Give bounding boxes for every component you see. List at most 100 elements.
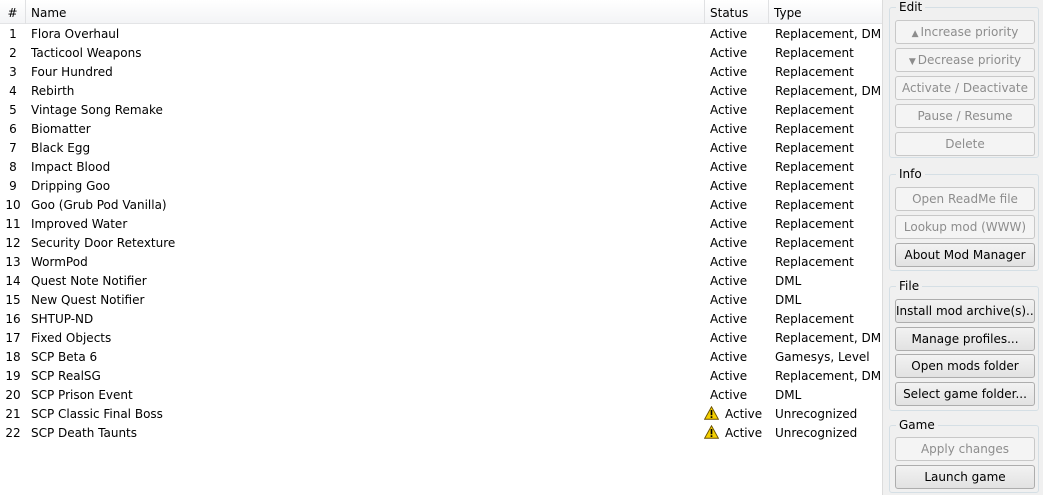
row-number: 9 <box>9 179 17 193</box>
install-mod-archive-button[interactable]: Install mod archive(s)... <box>895 299 1035 323</box>
mod-status-label: Active <box>710 141 748 155</box>
table-row[interactable]: 2 Tacticool Weapons Active Replacement <box>0 44 882 63</box>
mod-status: Active <box>710 63 770 82</box>
table-row[interactable]: 8 Impact Blood Active Replacement <box>0 158 882 177</box>
mod-status-label: Active <box>710 255 748 269</box>
decrease-priority-label: Decrease priority <box>917 53 1022 67</box>
mod-name: Goo (Grub Pod Vanilla) <box>31 198 167 212</box>
side-panel: Edit ▲ Increase priority ▼ Decrease priori… <box>882 0 1043 495</box>
mod-status: Active <box>710 215 770 234</box>
warning-icon <box>704 425 719 439</box>
table-row[interactable]: 7 Black Egg Active Replacement <box>0 139 882 158</box>
mod-name: SCP Prison Event <box>31 388 133 402</box>
mod-status-label: Active <box>710 350 748 364</box>
mod-list[interactable]: # Name Status Type 1 Flora Overhaul Active… <box>0 0 882 495</box>
table-row[interactable]: 4 Rebirth Active Replacement, DML <box>0 82 882 101</box>
row-number: 13 <box>5 255 21 269</box>
mod-name: SCP Beta 6 <box>31 350 98 364</box>
table-row[interactable]: 11 Improved Water Active Replacement <box>0 215 882 234</box>
row-number: 16 <box>5 312 21 326</box>
select-game-folder-button[interactable]: Select game folder... <box>895 382 1035 406</box>
mod-status-label: Active <box>710 388 748 402</box>
mod-name: Flora Overhaul <box>31 27 120 41</box>
table-row[interactable]: 22 SCP Death Taunts Active Unrecognized <box>0 424 882 443</box>
mod-status-label: Active <box>710 274 748 288</box>
open-mods-folder-button[interactable]: Open mods folder <box>895 354 1035 378</box>
launch-game-button[interactable]: Launch game <box>895 465 1035 489</box>
row-number: 1 <box>9 27 17 41</box>
info-group: Info Open ReadMe file Lookup mod (WWW) A… <box>889 167 1039 271</box>
mod-type: Replacement, DML <box>775 331 881 345</box>
lookup-mod-button[interactable]: Lookup mod (WWW) <box>895 215 1035 239</box>
mod-name: Quest Note Notifier <box>31 274 147 288</box>
column-header-status[interactable]: Status <box>705 0 769 24</box>
apply-changes-button[interactable]: Apply changes <box>895 437 1035 461</box>
mod-type: Unrecognized <box>775 426 858 440</box>
mod-type: Replacement <box>775 236 854 250</box>
mod-type: DML <box>775 388 802 402</box>
table-row[interactable]: 12 Security Door Retexture Active Replaceme… <box>0 234 882 253</box>
mod-status: Active <box>710 234 770 253</box>
row-number: 5 <box>9 103 17 117</box>
table-row[interactable]: 20 SCP Prison Event Active DML <box>0 386 882 405</box>
mod-status-label: Active <box>710 293 748 307</box>
decrease-priority-button[interactable]: ▼ Decrease priority <box>895 48 1035 72</box>
table-row[interactable]: 3 Four Hundred Active Replacement <box>0 63 882 82</box>
mod-status: Active <box>710 310 770 329</box>
column-header-number[interactable]: # <box>0 0 26 24</box>
mod-status: Active <box>710 158 770 177</box>
mod-name: Biomatter <box>31 122 91 136</box>
mod-status-label: Active <box>725 426 763 440</box>
mod-name: Tacticool Weapons <box>31 46 142 60</box>
mod-name: New Quest Notifier <box>31 293 145 307</box>
row-number: 11 <box>5 217 21 231</box>
table-row[interactable]: 21 SCP Classic Final Boss Active Unrecogni… <box>0 405 882 424</box>
mod-type: Replacement <box>775 198 854 212</box>
table-row[interactable]: 19 SCP RealSG Active Replacement, DML <box>0 367 882 386</box>
manage-profiles-button[interactable]: Manage profiles... <box>895 327 1035 351</box>
increase-priority-button[interactable]: ▲ Increase priority <box>895 20 1035 44</box>
mod-type: DML <box>775 274 802 288</box>
mod-name: SHTUP-ND <box>31 312 94 326</box>
delete-button[interactable]: Delete <box>895 132 1035 156</box>
row-number: 14 <box>5 274 21 288</box>
table-row[interactable]: 15 New Quest Notifier Active DML <box>0 291 882 310</box>
triangle-up-icon: ▲ <box>911 29 919 39</box>
mod-status-label: Active <box>710 160 748 174</box>
mod-status: Active <box>710 196 770 215</box>
warning-icon <box>704 406 719 420</box>
row-number: 15 <box>5 293 21 307</box>
mod-status-label: Active <box>710 65 748 79</box>
file-group-title: File <box>896 279 923 293</box>
table-row[interactable]: 13 WormPod Active Replacement <box>0 253 882 272</box>
open-readme-button[interactable]: Open ReadMe file <box>895 187 1035 211</box>
table-row[interactable]: 9 Dripping Goo Active Replacement <box>0 177 882 196</box>
game-group-title: Game <box>896 418 938 432</box>
mod-type: Replacement <box>775 160 854 174</box>
table-row[interactable]: 6 Biomatter Active Replacement <box>0 120 882 139</box>
row-number: 10 <box>5 198 21 212</box>
row-number: 21 <box>5 407 21 421</box>
activate-deactivate-button[interactable]: Activate / Deactivate <box>895 76 1035 100</box>
table-row[interactable]: 18 SCP Beta 6 Active Gamesys, Level <box>0 348 882 367</box>
pause-resume-button[interactable]: Pause / Resume <box>895 104 1035 128</box>
table-row[interactable]: 16 SHTUP-ND Active Replacement <box>0 310 882 329</box>
table-row[interactable]: 5 Vintage Song Remake Active Replacement <box>0 101 882 120</box>
file-group: File Install mod archive(s)... Manage pr… <box>889 279 1039 411</box>
row-number: 12 <box>5 236 21 250</box>
mod-name: Black Egg <box>31 141 91 155</box>
mod-status: Active <box>710 44 770 63</box>
about-mod-manager-button[interactable]: About Mod Manager <box>895 243 1035 267</box>
table-row[interactable]: 17 Fixed Objects Active Replacement, DML <box>0 329 882 348</box>
column-header-name[interactable]: Name <box>26 0 705 24</box>
mod-status: Active <box>710 120 770 139</box>
mod-status-label: Active <box>710 84 748 98</box>
table-row[interactable]: 10 Goo (Grub Pod Vanilla) Active Replacemen… <box>0 196 882 215</box>
table-row[interactable]: 1 Flora Overhaul Active Replacement, DML <box>0 25 882 44</box>
edit-group: Edit ▲ Increase priority ▼ Decrease priori… <box>889 0 1039 158</box>
row-number: 17 <box>5 331 21 345</box>
column-header-type[interactable]: Type <box>769 0 882 24</box>
mod-status-label: Active <box>710 331 748 345</box>
table-row[interactable]: 14 Quest Note Notifier Active DML <box>0 272 882 291</box>
mod-name: SCP RealSG <box>31 369 101 383</box>
